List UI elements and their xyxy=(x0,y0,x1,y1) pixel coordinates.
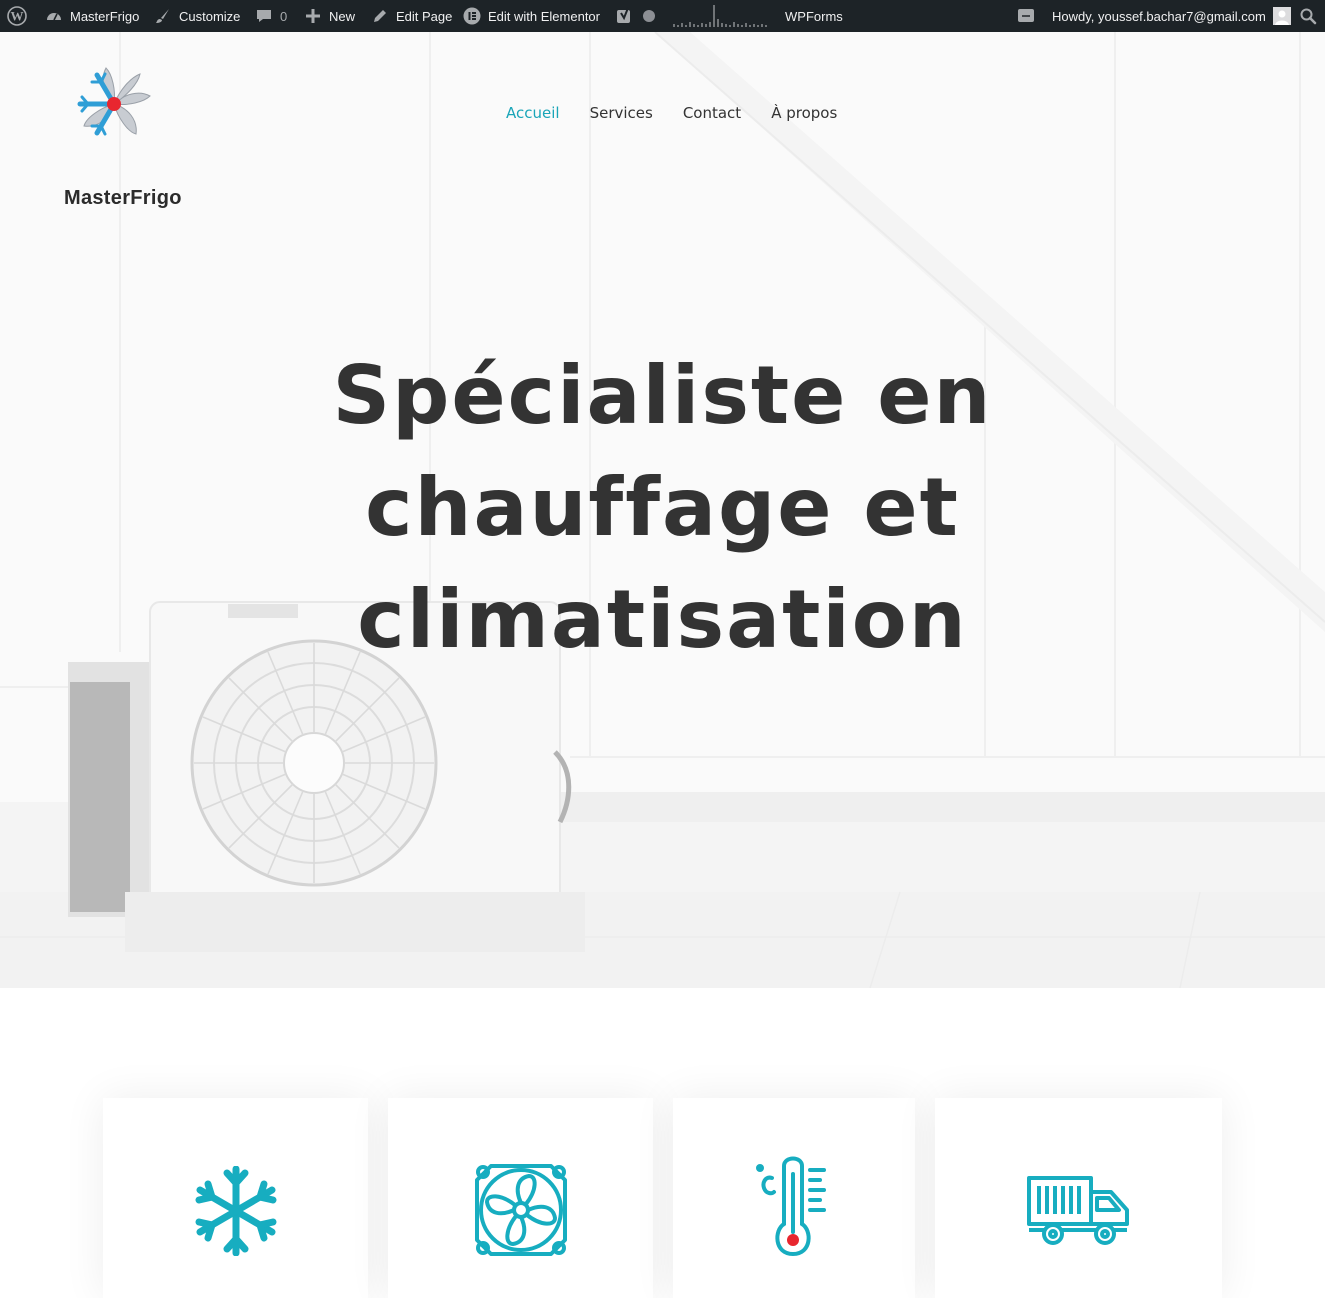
brush-icon xyxy=(153,6,173,26)
elementor-icon xyxy=(462,6,482,26)
dashboard-icon xyxy=(44,6,64,26)
avatar xyxy=(1272,6,1292,26)
brand-name: MasterFrigo xyxy=(64,187,182,209)
service-card-delivery[interactable] xyxy=(935,1098,1222,1298)
wpforms-link[interactable]: WPForms xyxy=(785,0,843,32)
yoast-seo-menu[interactable] xyxy=(614,0,634,32)
comments-link[interactable]: 0 xyxy=(254,0,287,32)
account-menu[interactable]: Howdy, youssef.bachar7@gmail.com xyxy=(1052,0,1292,32)
performance-graph-icon[interactable] xyxy=(672,0,768,32)
comments-count: 0 xyxy=(280,8,288,24)
edit-elementor-link[interactable]: Edit with Elementor xyxy=(462,0,600,32)
edit-page-link[interactable]: Edit Page xyxy=(370,0,452,32)
snowflake-icon xyxy=(195,1166,276,1256)
edit-elementor-label: Edit with Elementor xyxy=(488,8,600,24)
comment-bubble-icon xyxy=(254,6,274,26)
search-icon[interactable] xyxy=(1299,0,1317,32)
service-card-ventilation[interactable] xyxy=(388,1098,653,1298)
admin-site-name: MasterFrigo xyxy=(70,8,140,24)
customize-link[interactable]: Customize xyxy=(153,0,240,32)
plus-icon xyxy=(303,6,323,26)
nav-item-accueil[interactable]: Accueil xyxy=(506,104,560,122)
main-navigation: Accueil Services Contact À propos xyxy=(506,104,837,122)
seo-status-dot-icon[interactable] xyxy=(642,0,656,32)
yoast-icon xyxy=(614,6,634,26)
snowflake-fan-logo-icon xyxy=(77,67,151,136)
service-card-cooling[interactable] xyxy=(103,1098,368,1298)
admin-site-link[interactable]: MasterFrigo xyxy=(44,0,139,32)
svg-text:W: W xyxy=(11,9,24,24)
fan-icon xyxy=(474,1164,567,1256)
wpforms-label: WPForms xyxy=(785,8,843,24)
nav-item-a-propos[interactable]: À propos xyxy=(771,104,837,122)
admin-bar: W MasterFrigo Customize 0 New Edit Page … xyxy=(0,0,1325,32)
notifications-icon[interactable] xyxy=(1017,0,1035,32)
thermometer-icon xyxy=(756,1156,826,1257)
delivery-truck-icon xyxy=(1026,1176,1129,1245)
wordpress-logo-icon[interactable]: W xyxy=(7,0,27,32)
customize-label: Customize xyxy=(179,8,241,24)
service-card-heating[interactable] xyxy=(673,1098,915,1298)
new-label: New xyxy=(329,8,356,24)
nav-item-services[interactable]: Services xyxy=(590,104,653,122)
howdy-text: Howdy, youssef.bachar7@gmail.com xyxy=(1052,8,1266,24)
hero-title: Spécialiste en chauffage et climatisatio… xyxy=(332,349,993,666)
hero-section: MasterFrigo Accueil Services Contact À p… xyxy=(0,32,1325,988)
edit-page-label: Edit Page xyxy=(396,8,453,24)
nav-item-contact[interactable]: Contact xyxy=(683,104,741,122)
pencil-icon xyxy=(370,6,390,26)
new-content-link[interactable]: New xyxy=(303,0,355,32)
